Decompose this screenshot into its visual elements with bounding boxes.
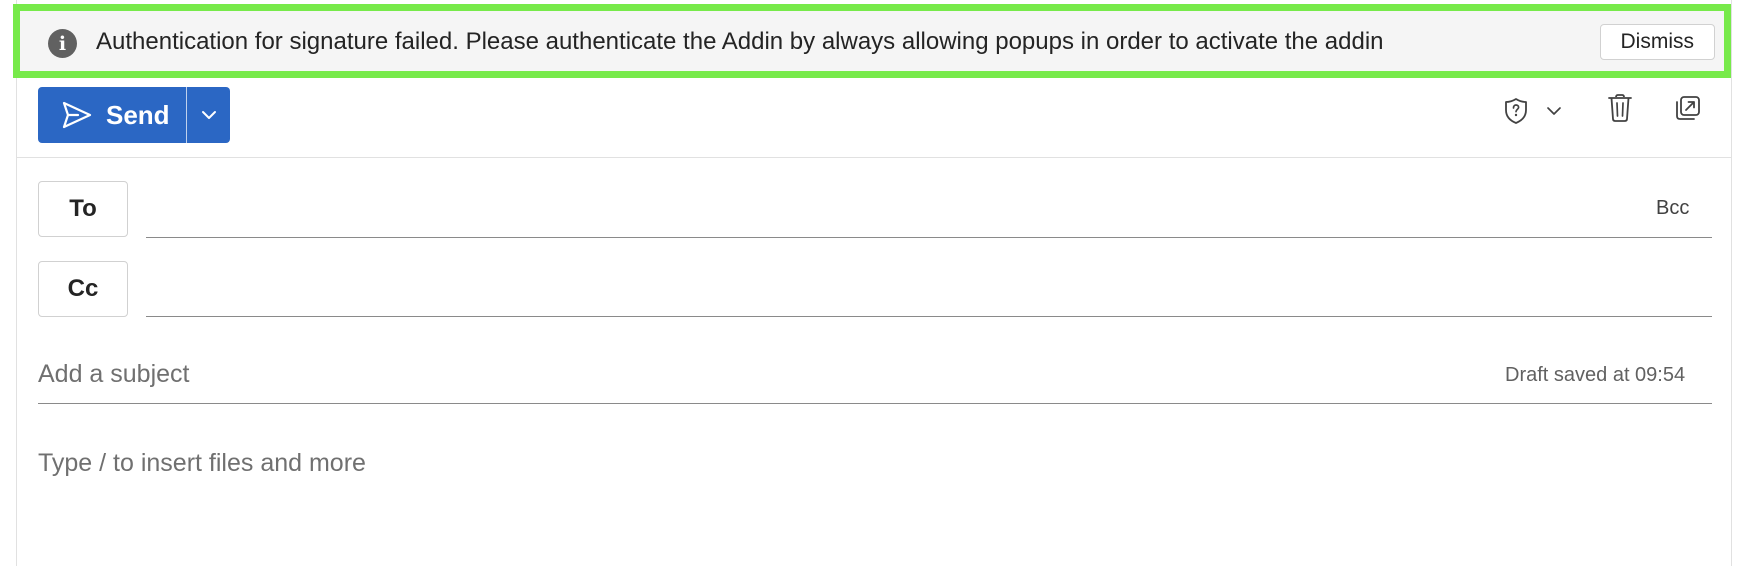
message-body-editor[interactable]: Type / to insert files and more [38,449,366,478]
chevron-down-icon [1547,107,1561,115]
sensitivity-dropdown[interactable] [1540,96,1568,126]
pop-out-button[interactable] [1668,88,1708,128]
send-button[interactable]: Send [38,87,186,143]
to-button[interactable]: To [38,181,128,237]
subject-underline [38,403,1712,404]
compose-page: i Authentication for signature failed. P… [0,0,1748,566]
trash-icon [1608,94,1632,122]
send-button-group: Send [38,87,230,143]
shield-question-icon [1505,98,1527,124]
sensitivity-button[interactable] [1496,91,1536,131]
send-options-dropdown[interactable] [187,87,230,143]
notification-banner: i Authentication for signature failed. P… [13,4,1731,78]
banner-content: i Authentication for signature failed. P… [20,11,1724,71]
subject-input[interactable]: Add a subject [38,360,190,389]
send-icon [62,101,92,129]
send-label: Send [106,99,170,130]
bcc-button[interactable]: Bcc [1656,197,1689,220]
dismiss-button[interactable]: Dismiss [1599,24,1715,60]
compose-toolbar: Send [16,78,1732,158]
send-divider [186,87,187,143]
pop-out-icon [1676,96,1700,120]
info-icon-glyph: i [58,32,67,55]
cc-field[interactable] [146,263,1630,315]
to-field[interactable] [146,183,1630,235]
cc-button[interactable]: Cc [38,261,128,317]
info-icon: i [48,29,77,58]
draft-saved-status: Draft saved at 09:54 [1505,364,1686,386]
discard-button[interactable] [1600,88,1640,128]
banner-message: Authentication for signature failed. Ple… [96,28,1384,55]
chevron-down-icon [201,111,216,119]
cc-field-underline [146,316,1712,317]
to-field-underline [146,237,1712,238]
